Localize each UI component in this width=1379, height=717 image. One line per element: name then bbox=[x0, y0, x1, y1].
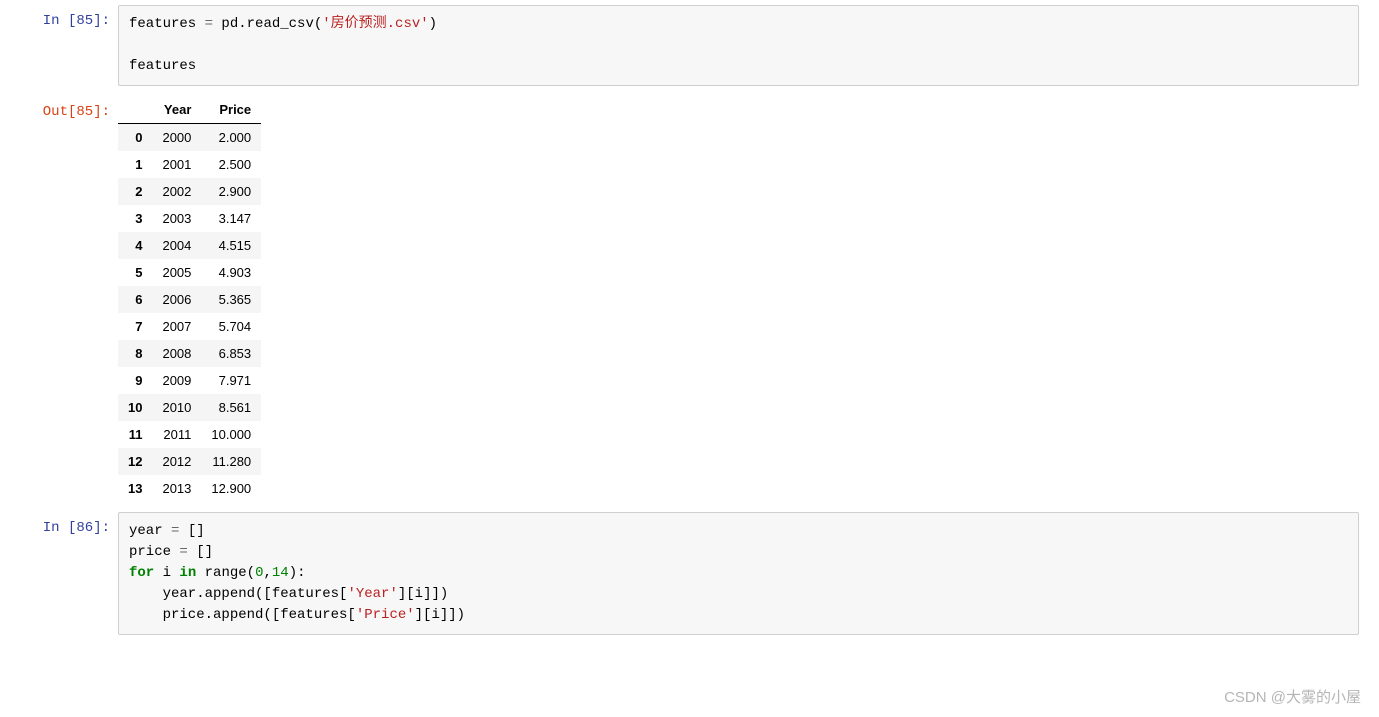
dataframe-row-index: 3 bbox=[118, 205, 152, 232]
dataframe-cell: 8.561 bbox=[201, 394, 261, 421]
dataframe-cell: 2003 bbox=[152, 205, 201, 232]
code-token: range( bbox=[205, 565, 255, 581]
dataframe-cell: 2002 bbox=[152, 178, 201, 205]
dataframe-header-row: Year Price bbox=[118, 96, 261, 124]
code-keyword: in bbox=[179, 565, 204, 581]
watermark: CSDN @大雾的小屋 bbox=[1224, 686, 1361, 707]
code-input-85[interactable]: features = pd.read_csv('房价预测.csv') featu… bbox=[118, 5, 1359, 86]
table-row: 1020108.561 bbox=[118, 394, 261, 421]
dataframe-col-header: Year bbox=[152, 96, 201, 124]
dataframe-row-index: 9 bbox=[118, 367, 152, 394]
table-row: 12201211.280 bbox=[118, 448, 261, 475]
dataframe-table: Year Price 020002.000120012.500220022.90… bbox=[118, 96, 261, 502]
code-area-85: features = pd.read_csv('房价预测.csv') featu… bbox=[118, 5, 1379, 86]
dataframe-cell: 2012 bbox=[152, 448, 201, 475]
dataframe-cell: 2006 bbox=[152, 286, 201, 313]
dataframe-cell: 5.365 bbox=[201, 286, 261, 313]
dataframe-cell: 4.903 bbox=[201, 259, 261, 286]
dataframe-row-index: 12 bbox=[118, 448, 152, 475]
dataframe-cell: 2005 bbox=[152, 259, 201, 286]
table-row: 13201312.900 bbox=[118, 475, 261, 502]
table-row: 520054.903 bbox=[118, 259, 261, 286]
dataframe-cell: 2004 bbox=[152, 232, 201, 259]
code-token: i bbox=[163, 565, 180, 581]
dataframe-corner bbox=[118, 96, 152, 124]
dataframe-cell: 6.853 bbox=[201, 340, 261, 367]
table-row: 620065.365 bbox=[118, 286, 261, 313]
dataframe-cell: 2.900 bbox=[201, 178, 261, 205]
table-row: 220022.900 bbox=[118, 178, 261, 205]
dataframe-row-index: 10 bbox=[118, 394, 152, 421]
code-token: = bbox=[179, 544, 187, 560]
table-row: 420044.515 bbox=[118, 232, 261, 259]
cell-in-85: In [85]: features = pd.read_csv('房价预测.cs… bbox=[0, 0, 1379, 91]
dataframe-row-index: 2 bbox=[118, 178, 152, 205]
prompt-in-85: In [85]: bbox=[0, 5, 118, 29]
code-token: price.append([features[ bbox=[129, 607, 356, 623]
code-token: , bbox=[263, 565, 271, 581]
code-token: features bbox=[129, 16, 205, 32]
dataframe-row-index: 5 bbox=[118, 259, 152, 286]
prompt-out-85: Out[85]: bbox=[0, 96, 118, 120]
code-keyword: for bbox=[129, 565, 163, 581]
code-token: features bbox=[129, 58, 196, 74]
dataframe-body: 020002.000120012.500220022.900320033.147… bbox=[118, 124, 261, 503]
table-row: 020002.000 bbox=[118, 124, 261, 152]
dataframe-cell: 3.147 bbox=[201, 205, 261, 232]
code-area-86: year = [] price = [] for i in range(0,14… bbox=[118, 512, 1379, 635]
table-row: 920097.971 bbox=[118, 367, 261, 394]
code-token: ][i]]) bbox=[415, 607, 465, 623]
dataframe-cell: 2008 bbox=[152, 340, 201, 367]
code-token: ][i]]) bbox=[398, 586, 448, 602]
dataframe-cell: 11.280 bbox=[201, 448, 261, 475]
output-area-85: Year Price 020002.000120012.500220022.90… bbox=[118, 96, 1379, 502]
table-row: 11201110.000 bbox=[118, 421, 261, 448]
dataframe-cell: 10.000 bbox=[201, 421, 261, 448]
table-row: 720075.704 bbox=[118, 313, 261, 340]
code-token: ) bbox=[429, 16, 437, 32]
dataframe-cell: 7.971 bbox=[201, 367, 261, 394]
dataframe-col-header: Price bbox=[201, 96, 261, 124]
cell-out-85: Out[85]: Year Price 020002.000120012.500… bbox=[0, 91, 1379, 507]
dataframe-row-index: 13 bbox=[118, 475, 152, 502]
dataframe-cell: 2000 bbox=[152, 124, 201, 152]
dataframe-row-index: 4 bbox=[118, 232, 152, 259]
table-row: 320033.147 bbox=[118, 205, 261, 232]
dataframe-cell: 2013 bbox=[152, 475, 201, 502]
code-token: year.append([features[ bbox=[129, 586, 347, 602]
cell-in-86: In [86]: year = [] price = [] for i in r… bbox=[0, 507, 1379, 640]
dataframe-cell: 2009 bbox=[152, 367, 201, 394]
code-token: price bbox=[129, 544, 179, 560]
dataframe-cell: 2.000 bbox=[201, 124, 261, 152]
code-input-86[interactable]: year = [] price = [] for i in range(0,14… bbox=[118, 512, 1359, 635]
code-token: = bbox=[205, 16, 213, 32]
dataframe-cell: 12.900 bbox=[201, 475, 261, 502]
code-token: [] bbox=[179, 523, 204, 539]
code-string: 'Price' bbox=[356, 607, 415, 623]
table-row: 120012.500 bbox=[118, 151, 261, 178]
dataframe-row-index: 11 bbox=[118, 421, 152, 448]
dataframe-head: Year Price bbox=[118, 96, 261, 124]
code-string: '房价预测.csv' bbox=[322, 16, 428, 32]
table-row: 820086.853 bbox=[118, 340, 261, 367]
dataframe-cell: 2010 bbox=[152, 394, 201, 421]
code-token: pd.read_csv( bbox=[213, 16, 322, 32]
prompt-in-86: In [86]: bbox=[0, 512, 118, 536]
code-number: 14 bbox=[272, 565, 289, 581]
dataframe-cell: 2007 bbox=[152, 313, 201, 340]
dataframe-row-index: 8 bbox=[118, 340, 152, 367]
dataframe-row-index: 0 bbox=[118, 124, 152, 152]
dataframe-row-index: 1 bbox=[118, 151, 152, 178]
code-token: [] bbox=[188, 544, 213, 560]
code-token: year bbox=[129, 523, 171, 539]
dataframe-cell: 2001 bbox=[152, 151, 201, 178]
dataframe-cell: 2011 bbox=[152, 421, 201, 448]
dataframe-cell: 5.704 bbox=[201, 313, 261, 340]
dataframe-row-index: 7 bbox=[118, 313, 152, 340]
code-token: ): bbox=[289, 565, 306, 581]
dataframe-cell: 4.515 bbox=[201, 232, 261, 259]
dataframe-row-index: 6 bbox=[118, 286, 152, 313]
dataframe-cell: 2.500 bbox=[201, 151, 261, 178]
code-string: 'Year' bbox=[347, 586, 397, 602]
